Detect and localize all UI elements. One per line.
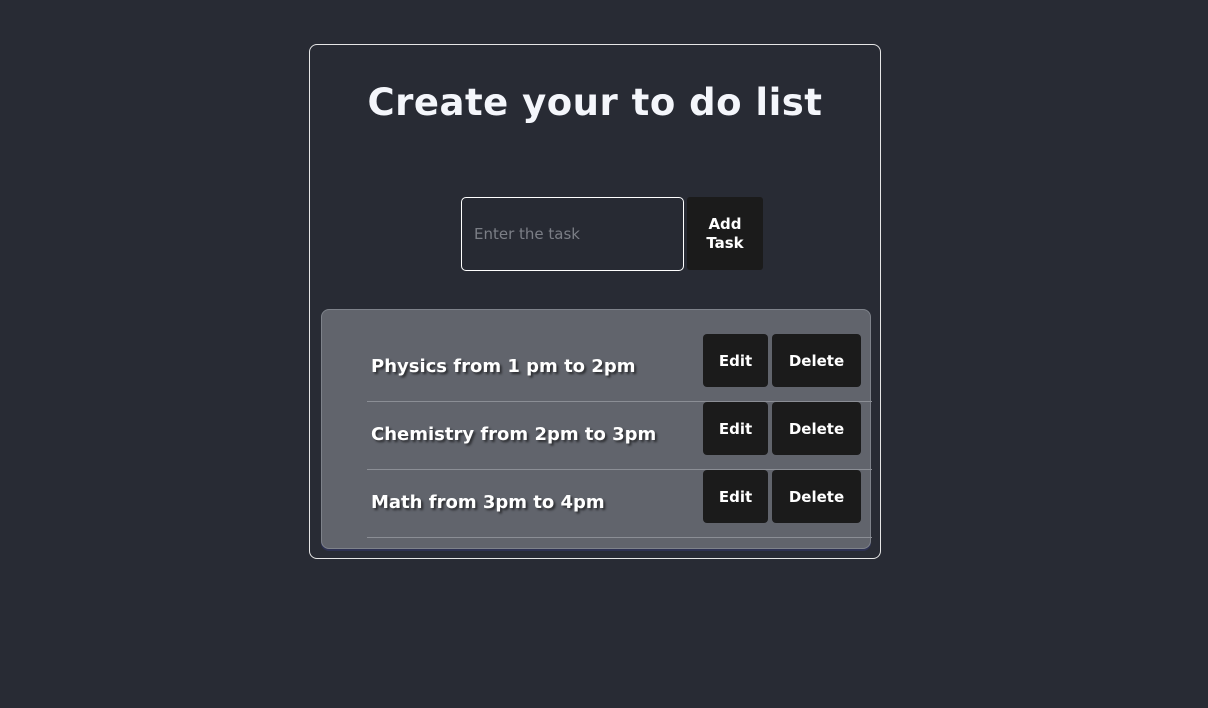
task-item: Chemistry from 2pm to 3pm Edit Delete	[367, 402, 872, 470]
page-title: Create your to do list	[367, 81, 823, 124]
todo-card: Create your to do list Add Task Physics …	[309, 44, 881, 559]
delete-button[interactable]: Delete	[772, 334, 861, 387]
add-task-button[interactable]: Add Task	[687, 197, 763, 270]
task-text: Chemistry from 2pm to 3pm	[371, 424, 657, 445]
edit-button[interactable]: Edit	[703, 470, 768, 523]
task-list: Physics from 1 pm to 2pm Edit Delete Che…	[321, 309, 872, 549]
edit-button[interactable]: Edit	[703, 402, 768, 455]
task-item: Math from 3pm to 4pm Edit Delete	[367, 470, 872, 538]
edit-button[interactable]: Edit	[703, 334, 768, 387]
task-input[interactable]	[461, 197, 684, 271]
delete-button[interactable]: Delete	[772, 470, 861, 523]
task-item: Physics from 1 pm to 2pm Edit Delete	[367, 334, 872, 402]
task-text: Physics from 1 pm to 2pm	[371, 356, 636, 377]
delete-button[interactable]: Delete	[772, 402, 861, 455]
task-text: Math from 3pm to 4pm	[371, 492, 605, 513]
